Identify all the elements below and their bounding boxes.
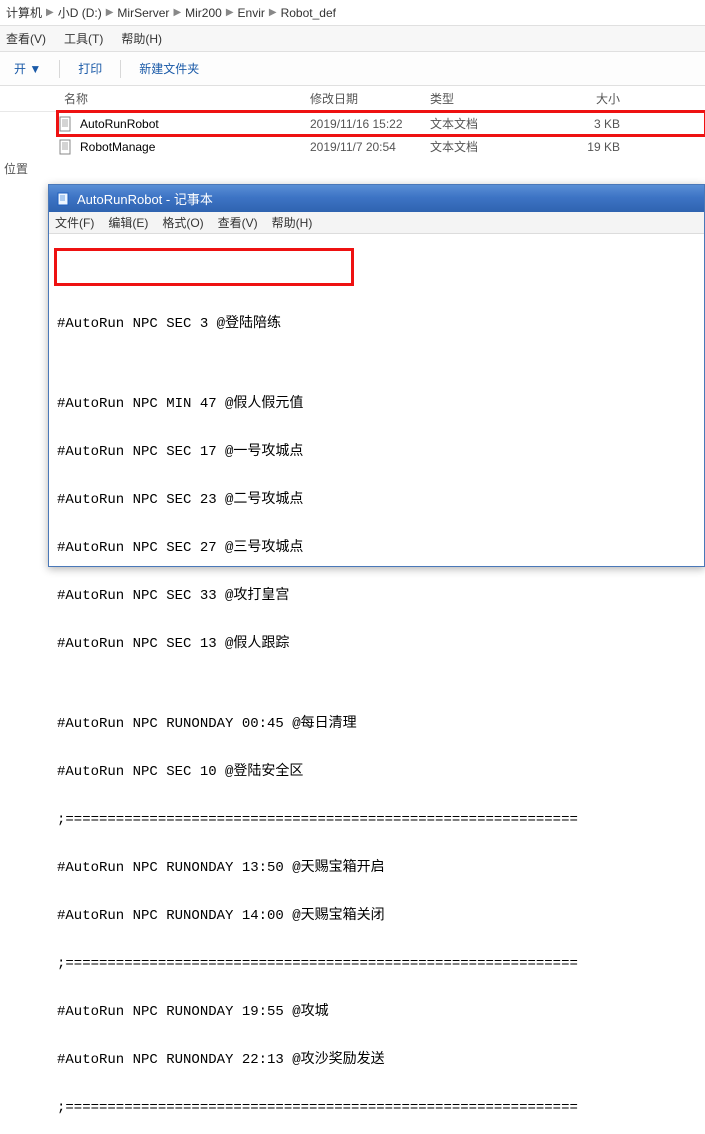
notepad-icon	[57, 192, 71, 206]
menu-tools[interactable]: 工具(T)	[64, 30, 103, 47]
file-row[interactable]: AutoRunRobot 2019/11/16 15:22 文本文档 3 KB	[58, 112, 705, 135]
text-line: #AutoRun NPC SEC 10 @登陆安全区	[57, 764, 696, 780]
menu-file[interactable]: 文件(F)	[55, 214, 94, 231]
text-line: ;=======================================…	[57, 956, 696, 972]
notepad-titlebar[interactable]: AutoRunRobot - 记事本	[49, 185, 704, 212]
crumb[interactable]: Mir200	[185, 6, 222, 20]
explorer-menubar: 查看(V) 工具(T) 帮助(H)	[0, 26, 705, 52]
text-file-icon	[58, 139, 74, 155]
text-line: #AutoRun NPC SEC 3 @登陆陪练	[57, 316, 696, 332]
menu-edit[interactable]: 编辑(E)	[108, 214, 148, 231]
chevron-right-icon: ▶	[173, 7, 181, 18]
text-line: #AutoRun NPC SEC 17 @一号攻城点	[57, 444, 696, 460]
file-name: AutoRunRobot	[80, 117, 159, 131]
chevron-right-icon: ▶	[46, 7, 54, 18]
file-date: 2019/11/7 20:54	[310, 140, 430, 154]
file-type: 文本文档	[430, 115, 530, 132]
col-type[interactable]: 类型	[430, 90, 530, 107]
chevron-right-icon: ▶	[226, 7, 234, 18]
explorer-toolbar: 开 ▼ 打印 新建文件夹	[0, 52, 705, 86]
menu-view[interactable]: 查看(V)	[218, 214, 258, 231]
new-folder-button[interactable]: 新建文件夹	[133, 58, 205, 79]
file-row[interactable]: RobotManage 2019/11/7 20:54 文本文档 19 KB	[58, 135, 705, 158]
text-line: #AutoRun NPC SEC 27 @三号攻城点	[57, 540, 696, 556]
col-date[interactable]: 修改日期	[310, 90, 430, 107]
file-name: RobotManage	[80, 140, 155, 154]
text-line: ;=======================================…	[57, 812, 696, 828]
separator	[120, 60, 121, 78]
print-button[interactable]: 打印	[72, 58, 108, 79]
text-line: #AutoRun NPC RUNONDAY 00:45 @每日清理	[57, 716, 696, 732]
open-button[interactable]: 开 ▼	[8, 58, 47, 79]
notepad-text-area[interactable]: #AutoRun NPC SEC 3 @登陆陪练 #AutoRun NPC MI…	[49, 234, 704, 1134]
menu-help[interactable]: 帮助(H)	[121, 30, 162, 47]
crumb[interactable]: Envir	[238, 6, 265, 20]
separator	[59, 60, 60, 78]
notepad-menubar: 文件(F) 编辑(E) 格式(O) 查看(V) 帮助(H)	[49, 212, 704, 234]
text-line: #AutoRun NPC SEC 13 @假人跟踪	[57, 636, 696, 652]
notepad-title-text: AutoRunRobot - 记事本	[77, 189, 213, 208]
text-line: #AutoRun NPC SEC 23 @二号攻城点	[57, 492, 696, 508]
menu-format[interactable]: 格式(O)	[162, 214, 203, 231]
text-line: #AutoRun NPC RUNONDAY 13:50 @天赐宝箱开启	[57, 860, 696, 876]
highlight-box	[54, 248, 354, 286]
chevron-right-icon: ▶	[269, 7, 277, 18]
menu-help[interactable]: 帮助(H)	[272, 214, 313, 231]
text-line: #AutoRun NPC MIN 47 @假人假元值	[57, 396, 696, 412]
explorer-sidebar-blank	[0, 184, 48, 567]
column-headers: 名称 修改日期 类型 大小	[0, 86, 705, 112]
file-date: 2019/11/16 15:22	[310, 117, 430, 131]
file-list: AutoRunRobot 2019/11/16 15:22 文本文档 3 KB …	[0, 112, 705, 158]
sidebar-label: 位置	[4, 160, 28, 177]
col-name[interactable]: 名称	[0, 90, 310, 107]
text-line: ;=======================================…	[57, 1100, 696, 1116]
col-size[interactable]: 大小	[530, 90, 640, 107]
file-size: 3 KB	[530, 117, 640, 131]
text-line: #AutoRun NPC SEC 33 @攻打皇宫	[57, 588, 696, 604]
menu-view[interactable]: 查看(V)	[6, 30, 46, 47]
file-size: 19 KB	[530, 140, 640, 154]
text-file-icon	[58, 116, 74, 132]
notepad-window: AutoRunRobot - 记事本 文件(F) 编辑(E) 格式(O) 查看(…	[48, 184, 705, 567]
file-type: 文本文档	[430, 138, 530, 155]
crumb[interactable]: Robot_def	[281, 6, 336, 20]
text-line: #AutoRun NPC RUNONDAY 19:55 @攻城	[57, 1004, 696, 1020]
crumb[interactable]: 计算机	[6, 4, 42, 21]
breadcrumb[interactable]: 计算机 ▶ 小D (D:) ▶ MirServer ▶ Mir200 ▶ Env…	[0, 0, 705, 26]
text-line: #AutoRun NPC RUNONDAY 22:13 @攻沙奖励发送	[57, 1052, 696, 1068]
text-line: #AutoRun NPC RUNONDAY 14:00 @天赐宝箱关闭	[57, 908, 696, 924]
chevron-right-icon: ▶	[106, 7, 114, 18]
crumb[interactable]: MirServer	[117, 6, 169, 20]
crumb[interactable]: 小D (D:)	[58, 4, 102, 21]
